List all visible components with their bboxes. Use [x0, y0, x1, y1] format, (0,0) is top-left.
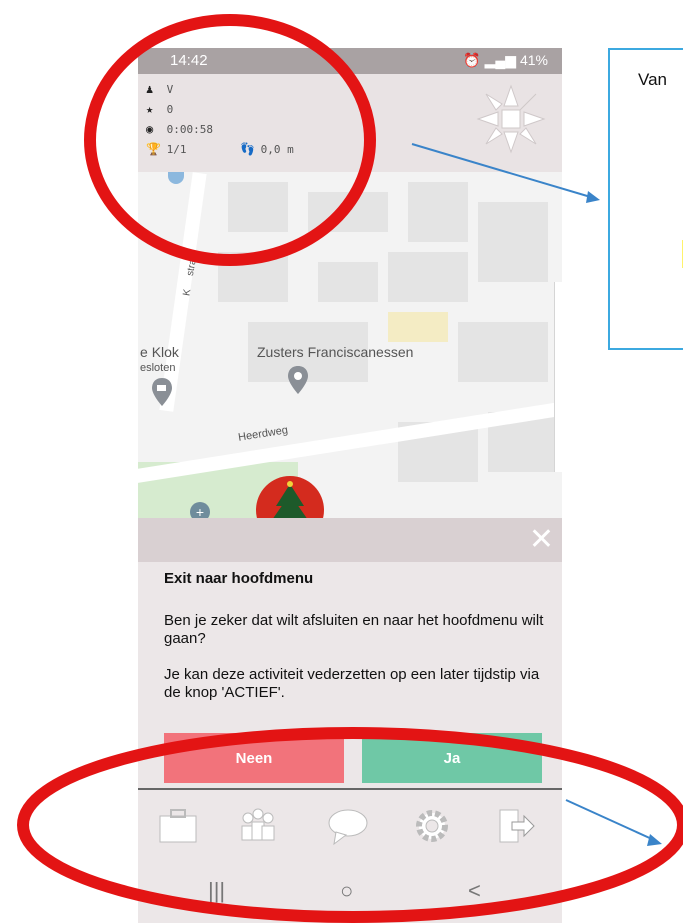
signal-icon: ▂▄▆: [484, 52, 517, 68]
map-building: [478, 202, 548, 282]
map-label-heerdweg: Heerdweg: [237, 424, 289, 444]
chat-icon[interactable]: [326, 804, 370, 848]
dialog-message: Ben je zeker dat wilt afsluiten en naar …: [164, 612, 544, 647]
player-icon: ♟: [146, 82, 154, 96]
arrow-head-top-icon: [586, 191, 600, 203]
gear-icon[interactable]: [410, 804, 454, 848]
hud-distance: 👣 0,0 m: [240, 142, 294, 156]
phone-screen: 14:42 ⏰ ▂▄▆ 41% ♟ V ★ 0 ◉ 0:00:58 🏆 1/1 …: [138, 48, 562, 923]
cafe-pin-icon[interactable]: [150, 376, 174, 408]
location-dot-icon: [168, 172, 184, 184]
trophy-value: 1/1: [166, 143, 187, 156]
map-label-esloten: esloten: [140, 362, 176, 374]
distance-value: 0,0 m: [260, 143, 294, 156]
android-nav-bar: ||| ○ <: [138, 860, 562, 923]
bottom-toolbar: [138, 790, 562, 860]
back-icon[interactable]: <: [468, 878, 481, 904]
close-icon[interactable]: ✕: [529, 522, 554, 558]
map-building: [308, 192, 388, 232]
map-building: [388, 252, 468, 302]
battery-level: 41%: [519, 52, 548, 68]
annotation-callout-box: Van: [608, 48, 683, 350]
map-building: [388, 312, 448, 342]
hospital-pin-icon[interactable]: +: [190, 502, 210, 518]
status-right: ⏰ ▂▄▆ 41%: [463, 52, 548, 69]
map-building: [408, 182, 468, 242]
map-view[interactable]: Zusters Franciscanessen Heerdweg e Klok …: [138, 172, 562, 518]
briefcase-icon[interactable]: [156, 804, 200, 848]
star-icon: ★: [146, 102, 154, 116]
player-value: V: [166, 83, 174, 96]
footsteps-icon: 👣: [240, 142, 255, 156]
trophy-icon: 🏆: [146, 142, 161, 156]
arrow-head-bottom-icon: [647, 834, 662, 846]
hud-player: ♟ V: [146, 82, 173, 96]
hud-timer: ◉ 0:00:58: [146, 122, 213, 136]
annotation-arrow-bottom: [565, 799, 655, 841]
yes-button[interactable]: Ja: [362, 733, 542, 783]
alarm-icon: ⏰: [463, 52, 481, 68]
callout-text: Van: [638, 70, 667, 89]
map-building: [218, 252, 288, 302]
dialog-title: Exit naar hoofdmenu: [164, 570, 314, 587]
dialog-header: ✕: [138, 518, 562, 562]
map-label-klok-text: Klok: [151, 344, 179, 360]
christmas-tree-marker-icon[interactable]: [256, 476, 324, 518]
side-panel-edge: [554, 282, 562, 472]
stopwatch-icon: ◉: [146, 122, 154, 136]
status-bar: 14:42 ⏰ ▂▄▆ 41%: [138, 48, 562, 74]
stars-value: 0: [166, 103, 174, 116]
map-label-klok: e Klok: [140, 344, 179, 360]
map-pin-icon[interactable]: [286, 364, 310, 396]
hud-stars: ★ 0: [146, 102, 173, 116]
team-icon[interactable]: [236, 804, 280, 848]
no-button[interactable]: Neen: [164, 733, 344, 783]
map-label-zusters: Zusters Franciscanessen: [257, 344, 414, 360]
compass-icon[interactable]: [476, 84, 546, 154]
game-hud: ♟ V ★ 0 ◉ 0:00:58 🏆 1/1 👣 0,0 m: [138, 74, 562, 172]
map-building: [228, 182, 288, 232]
exit-dialog: ✕ Exit naar hoofdmenu Ben je zeker dat w…: [138, 518, 562, 923]
recent-apps-icon[interactable]: |||: [208, 878, 225, 904]
map-building: [458, 322, 548, 382]
status-time: 14:42: [170, 52, 208, 69]
map-building: [318, 262, 378, 302]
dialog-message-2: Je kan deze activiteit vederzetten op ee…: [164, 666, 540, 701]
hud-trophy: 🏆 1/1: [146, 142, 187, 156]
exit-icon[interactable]: [494, 804, 538, 848]
tree-icon: [273, 481, 307, 518]
timer-value: 0:00:58: [166, 123, 213, 136]
home-icon[interactable]: ○: [340, 878, 353, 904]
